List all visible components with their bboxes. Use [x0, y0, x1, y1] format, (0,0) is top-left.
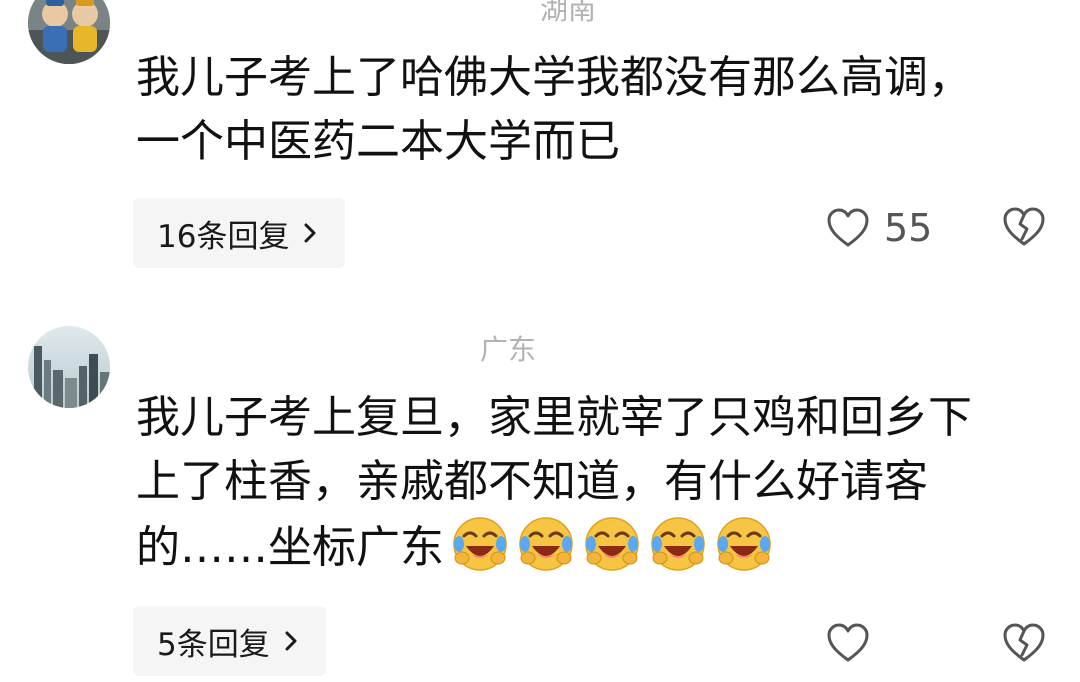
broken-heart-icon	[1002, 622, 1046, 664]
avatar[interactable]	[28, 326, 110, 408]
comment-text: 我儿子考上复旦，家里就宰了只鸡和回乡下 上了柱香，亲戚都不知道，有什么好请客 的…	[136, 386, 1036, 580]
dislike-button[interactable]	[1002, 622, 1046, 664]
laughing-crying-emoji	[648, 514, 708, 574]
location-label: 广东	[480, 333, 537, 366]
like-button[interactable]	[826, 622, 870, 664]
comment-line: 的……坐标广东	[136, 514, 1036, 580]
comment-line-text: 的……坐标广东	[136, 522, 444, 573]
comment-line: 我儿子考上复旦，家里就宰了只鸡和回乡下	[136, 392, 972, 443]
laughing-crying-emoji	[450, 514, 510, 574]
emoji-row	[444, 517, 774, 573]
avatar-image	[28, 326, 110, 408]
comment-2: 广东 我儿子考上复旦，家里就宰了只鸡和回乡下 上了柱香，亲戚都不知道，有什么好请…	[0, 0, 1080, 682]
replies-label: 5条回复	[157, 626, 270, 663]
replies-button[interactable]: 5条回复	[133, 606, 326, 676]
laughing-crying-emoji	[714, 514, 774, 574]
chevron-right-icon	[280, 630, 302, 652]
laughing-crying-emoji	[516, 514, 576, 574]
laughing-crying-emoji	[582, 514, 642, 574]
heart-outline-icon	[826, 622, 870, 664]
comment-line: 上了柱香，亲戚都不知道，有什么好请客	[136, 456, 928, 507]
